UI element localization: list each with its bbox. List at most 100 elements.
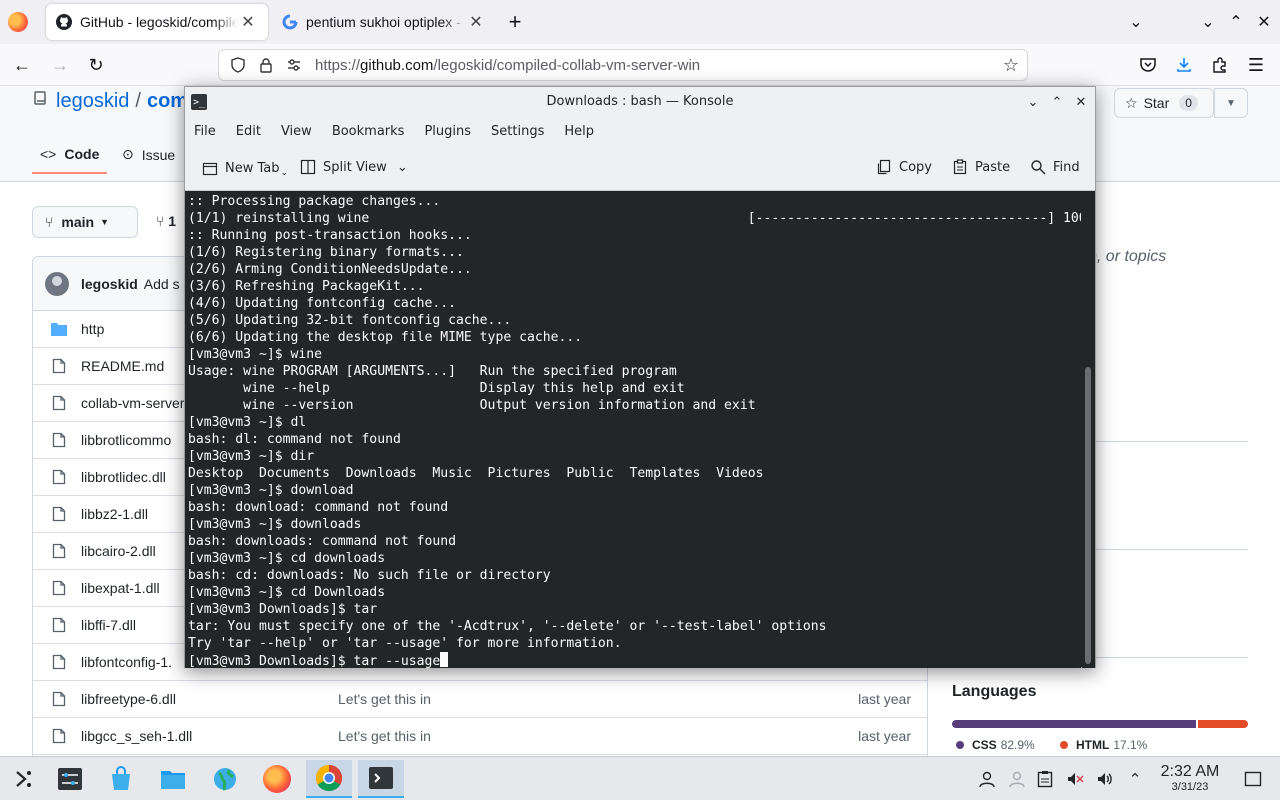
konsole-menubar: File Edit View Bookmarks Plugins Setting… bbox=[185, 117, 1095, 145]
app-launcher-icon[interactable] bbox=[0, 760, 46, 798]
list-tabs-chevron-icon[interactable]: ⌄ bbox=[1124, 10, 1148, 34]
clock[interactable]: 2:32 AM 3/31/23 bbox=[1150, 763, 1230, 793]
file-name-link[interactable]: libbrotlicommo bbox=[81, 432, 171, 448]
commit-message[interactable]: Add s bbox=[144, 276, 180, 292]
maximize-icon[interactable]: ⌃ bbox=[1047, 92, 1067, 112]
terminal-output[interactable]: :: Processing package changes... (1/1) re… bbox=[185, 192, 1081, 668]
file-name-link[interactable]: libbz2-1.dll bbox=[81, 506, 148, 522]
forward-arrow-icon[interactable]: → bbox=[46, 52, 74, 78]
file-name-link[interactable]: libbrotlidec.dll bbox=[81, 469, 166, 485]
menu-plugins[interactable]: Plugins bbox=[424, 124, 471, 139]
konsole-window[interactable]: >_ Downloads : bash — Konsole ⌄ ⌃ ✕ File… bbox=[184, 86, 1096, 668]
terminal-line: (6/6) Updating the desktop file MIME typ… bbox=[188, 330, 583, 345]
language-html[interactable]: HTML 17.1% bbox=[1060, 738, 1147, 752]
terminal-scrollbar[interactable] bbox=[1082, 192, 1095, 668]
scrollbar-thumb[interactable] bbox=[1085, 367, 1091, 664]
terminal-line: (1/1) reinstalling wine [---------------… bbox=[188, 211, 1081, 226]
close-tab-icon[interactable]: ✕ bbox=[238, 12, 258, 32]
file-name-link[interactable]: collab-vm-server bbox=[81, 395, 184, 411]
user-icon[interactable] bbox=[976, 768, 998, 790]
languages-heading: Languages bbox=[952, 683, 1037, 700]
file-name-link[interactable]: README.md bbox=[81, 358, 164, 374]
show-desktop-icon[interactable] bbox=[1242, 768, 1264, 790]
file-name-link[interactable]: http bbox=[81, 321, 104, 337]
file-commit-message[interactable]: Let's get this in bbox=[338, 728, 431, 744]
bookmark-star-icon[interactable]: ☆ bbox=[1003, 55, 1019, 76]
pocket-icon[interactable] bbox=[1134, 52, 1162, 78]
avatar[interactable] bbox=[45, 271, 69, 296]
file-icon bbox=[51, 654, 67, 670]
close-tab-icon[interactable]: ✕ bbox=[466, 12, 486, 32]
dolphin-file-manager-icon[interactable] bbox=[150, 760, 196, 798]
repo-owner-link[interactable]: legoskid bbox=[56, 90, 129, 113]
globe-browser-icon[interactable] bbox=[202, 760, 248, 798]
file-row[interactable]: libfreetype-6.dll Let's get this in last y… bbox=[33, 681, 927, 718]
tab-google-search[interactable]: pentium sukhoi optiplex - Google Search … bbox=[272, 4, 496, 40]
star-dropdown-button[interactable]: ▼ bbox=[1214, 88, 1248, 118]
repo-name-link[interactable]: com bbox=[147, 90, 188, 113]
issue-circle-icon: ⊙ bbox=[122, 146, 134, 162]
close-window-icon[interactable]: ✕ bbox=[1252, 10, 1276, 34]
audio-muted-icon[interactable] bbox=[1064, 768, 1086, 790]
discover-store-icon[interactable] bbox=[98, 760, 144, 798]
menu-file[interactable]: File bbox=[194, 124, 216, 139]
copy-button[interactable]: Copy bbox=[875, 158, 932, 176]
extensions-puzzle-icon[interactable] bbox=[1206, 52, 1234, 78]
konsole-taskbar-icon[interactable] bbox=[358, 760, 404, 798]
file-row[interactable]: libgcc_s_seh-1.dll Let's get this in last … bbox=[33, 718, 927, 755]
url-bar[interactable]: https://github.com/legoskid/compiled-col… bbox=[218, 49, 1028, 81]
tab-issues[interactable]: ⊙ Issue bbox=[122, 146, 175, 163]
terminal-line: bash: downloads: command not found bbox=[188, 534, 457, 549]
close-icon[interactable]: ✕ bbox=[1071, 92, 1091, 112]
commit-author[interactable]: legoskid bbox=[81, 276, 138, 292]
star-button[interactable]: ☆ Star 0 bbox=[1114, 88, 1214, 118]
file-name-link[interactable]: libffi-7.dll bbox=[81, 617, 136, 633]
split-view-button[interactable]: Split View ⌄ bbox=[299, 158, 408, 176]
permissions-icon[interactable] bbox=[283, 54, 305, 76]
menu-view[interactable]: View bbox=[281, 124, 312, 139]
language-css[interactable]: CSS 82.9% bbox=[956, 738, 1035, 752]
user-switch-icon[interactable] bbox=[1006, 768, 1028, 790]
system-settings-icon[interactable] bbox=[47, 760, 93, 798]
firefox-icon[interactable] bbox=[254, 760, 300, 798]
file-name-link[interactable]: libfreetype-6.dll bbox=[81, 691, 176, 707]
find-button[interactable]: Find bbox=[1029, 158, 1080, 176]
menu-edit[interactable]: Edit bbox=[236, 124, 261, 139]
reload-icon[interactable]: ↻ bbox=[82, 52, 110, 78]
menu-help[interactable]: Help bbox=[564, 124, 594, 139]
file-icon bbox=[51, 395, 67, 411]
hamburger-menu-icon[interactable]: ☰ bbox=[1242, 52, 1270, 78]
back-arrow-icon[interactable]: ← bbox=[8, 52, 36, 78]
file-name-link[interactable]: libgcc_s_seh-1.dll bbox=[81, 728, 192, 744]
lock-icon[interactable] bbox=[255, 54, 277, 76]
star-count: 0 bbox=[1179, 95, 1198, 111]
file-commit-message[interactable]: Let's get this in bbox=[338, 691, 431, 707]
file-name-link[interactable]: libfontconfig-1. bbox=[81, 654, 172, 670]
tray-expand-chevron-icon[interactable]: ⌃ bbox=[1124, 768, 1146, 790]
minimize-icon[interactable]: ⌄ bbox=[1023, 92, 1043, 112]
file-commit-date: last year bbox=[858, 691, 911, 707]
clipboard-icon[interactable] bbox=[1034, 768, 1056, 790]
konsole-titlebar[interactable]: >_ Downloads : bash — Konsole ⌄ ⌃ ✕ bbox=[185, 87, 1095, 117]
volume-icon[interactable] bbox=[1094, 768, 1116, 790]
terminal-line: [vm3@vm3 Downloads]$ tar bbox=[188, 602, 378, 617]
file-name-link[interactable]: libcairo-2.dll bbox=[81, 543, 156, 559]
menu-bookmarks[interactable]: Bookmarks bbox=[332, 124, 405, 139]
menu-settings[interactable]: Settings bbox=[491, 124, 544, 139]
firefox-menu-icon[interactable] bbox=[8, 12, 28, 32]
tab-code[interactable]: <> Code bbox=[31, 146, 108, 174]
minimize-window-icon[interactable]: ⌄ bbox=[1196, 10, 1220, 34]
maximize-window-icon[interactable]: ⌃ bbox=[1224, 10, 1248, 34]
file-icon bbox=[51, 691, 67, 707]
tab-github[interactable]: GitHub - legoskid/compiled-collab-vm-ser… bbox=[46, 4, 268, 40]
shield-icon[interactable] bbox=[227, 54, 249, 76]
file-name-link[interactable]: libexpat-1.dll bbox=[81, 580, 160, 596]
new-tab-button[interactable]: New Tab ⌄ bbox=[201, 158, 288, 178]
new-tab-plus-icon[interactable]: + bbox=[503, 9, 527, 34]
branch-count[interactable]: ⑂ 1 bbox=[156, 213, 176, 229]
branch-selector[interactable]: ⑂ main ▼ bbox=[32, 206, 138, 238]
paste-button[interactable]: Paste bbox=[951, 158, 1010, 176]
taskbar: ⌃ 2:32 AM 3/31/23 bbox=[0, 756, 1280, 800]
chrome-icon[interactable] bbox=[306, 760, 352, 798]
downloads-icon[interactable] bbox=[1170, 52, 1198, 78]
